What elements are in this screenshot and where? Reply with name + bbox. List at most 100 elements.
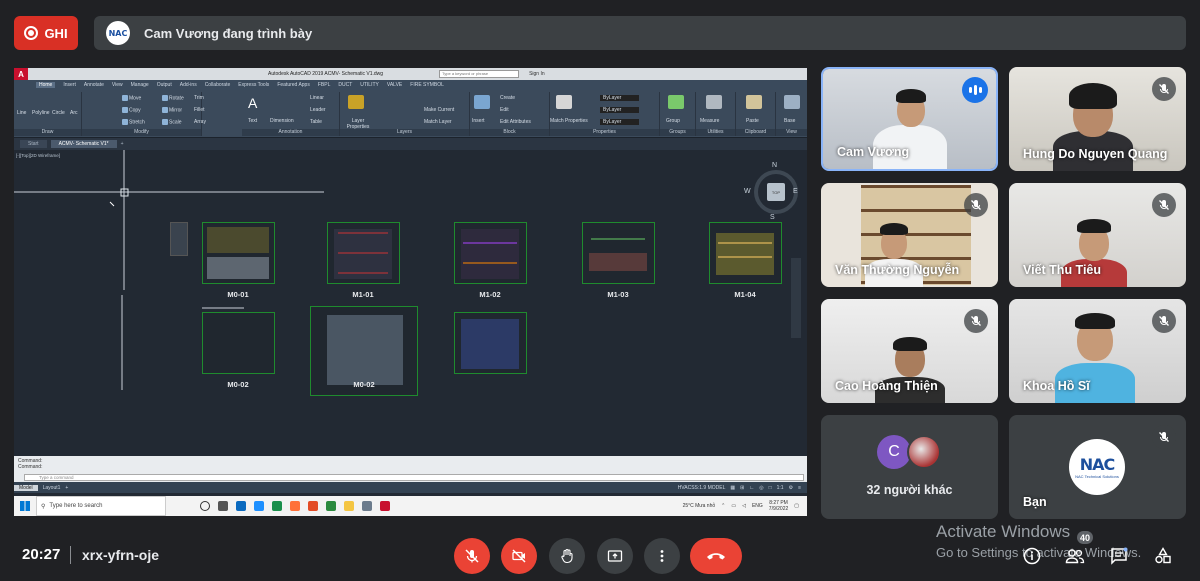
tab-model[interactable]: Model — [14, 484, 38, 491]
notification-icon[interactable]: ▢ — [794, 503, 799, 509]
scale-tool[interactable]: Scale — [162, 119, 182, 125]
match-properties-button[interactable]: Match Properties — [550, 118, 588, 124]
copy-tool[interactable]: Copy — [122, 107, 141, 113]
ribbon-tab-home[interactable]: Home — [36, 82, 56, 88]
doc-tab-start[interactable]: Start — [20, 140, 47, 148]
snap-icon[interactable]: ⊞ — [740, 485, 744, 491]
add-layout-icon[interactable]: + — [65, 485, 68, 491]
edge-dev-icon[interactable] — [272, 501, 282, 511]
dimension-tool[interactable]: Dimension — [270, 118, 294, 124]
circle-tool[interactable]: Circle — [52, 110, 65, 116]
group-button[interactable]: Group — [666, 118, 680, 124]
ribbon-tab-duct[interactable]: DUCT — [338, 82, 352, 88]
widgets-icon[interactable] — [218, 501, 228, 511]
language-indicator[interactable]: ENG — [752, 503, 763, 509]
sheet-m0-02-empty[interactable] — [202, 312, 275, 374]
customize-icon[interactable]: ≡ — [798, 485, 801, 491]
ribbon-tab-valve[interactable]: VALVE — [387, 82, 402, 88]
ribbon-tab-insert[interactable]: Insert — [63, 82, 76, 88]
trim-tool[interactable]: Trim — [194, 95, 204, 101]
sheet-unlabeled[interactable] — [454, 312, 527, 374]
ribbon-tab-fbpl[interactable]: FBPL — [318, 82, 331, 88]
polar-icon[interactable]: ◎ — [759, 485, 763, 491]
chat-button[interactable] — [1108, 545, 1130, 567]
chrome-icon[interactable] — [326, 501, 336, 511]
tray-chevron-icon[interactable]: ⌃ — [721, 503, 725, 509]
ribbon-tab-collaborate[interactable]: Collaborate — [205, 82, 231, 88]
cad-signin[interactable]: Sign In — [529, 71, 545, 77]
participant-tile-van-thuong[interactable]: Văn Thường Nguyễn — [821, 183, 998, 287]
navigation-bar[interactable] — [791, 258, 801, 338]
participant-tile-viet-thu[interactable]: Viết Thu Tiêu — [1009, 183, 1186, 287]
meeting-info-button[interactable] — [1021, 545, 1043, 567]
present-screen-button[interactable] — [597, 538, 633, 574]
ribbon-tab-utility[interactable]: UTILITY — [360, 82, 379, 88]
ribbon-tab-annotate[interactable]: Annotate — [84, 82, 104, 88]
photos-icon[interactable] — [362, 501, 372, 511]
polyline-tool[interactable]: Polyline — [32, 110, 50, 116]
participant-tile-cam-vuong[interactable]: Cam Vương — [821, 67, 998, 171]
make-current-button[interactable]: Make Current — [424, 107, 454, 113]
office-icon[interactable] — [308, 501, 318, 511]
windows-start-button[interactable] — [14, 496, 36, 516]
settings-gear-icon[interactable]: ⚙ — [789, 485, 793, 491]
linetype-select[interactable]: ByLayer — [600, 107, 640, 113]
mail-icon[interactable] — [254, 501, 264, 511]
base-button[interactable]: Base — [784, 118, 795, 124]
sheet-m1-01[interactable] — [327, 222, 400, 284]
sheet-m1-04[interactable] — [709, 222, 782, 284]
cad-search-input[interactable]: Type a keyword or phrase — [439, 70, 520, 78]
taskbar-clock[interactable]: 8:27 PM 7/9/2022 — [769, 500, 788, 512]
ribbon-tab-manage[interactable]: Manage — [131, 82, 149, 88]
color-select[interactable]: ByLayer — [600, 95, 640, 101]
doc-tab-drawing[interactable]: ACMV- Schematic V1* — [50, 140, 117, 148]
rotate-tool[interactable]: Rotate — [162, 95, 184, 101]
annotation-scale[interactable]: 1:1 — [777, 485, 784, 491]
volume-icon[interactable]: ◁ — [742, 503, 746, 509]
leave-call-button[interactable] — [690, 538, 742, 574]
status-text[interactable]: HVACSS:1.9 MODEL — [678, 485, 726, 491]
participant-tile-khoa[interactable]: Khoa Hồ Sĩ — [1009, 299, 1186, 403]
lineweight-select[interactable]: ByLayer — [600, 119, 640, 125]
ortho-icon[interactable]: ∟ — [749, 485, 754, 491]
ribbon-tab-add-ins[interactable]: Add-ins — [180, 82, 197, 88]
stretch-tool[interactable]: Stretch — [122, 119, 145, 125]
weather-text[interactable]: 25°C Mưa nhỏ — [683, 503, 716, 509]
move-tool[interactable]: Move — [122, 95, 141, 101]
edge-icon[interactable] — [236, 501, 246, 511]
raise-hand-button[interactable] — [549, 538, 585, 574]
leader-tool[interactable]: Leader — [310, 107, 326, 113]
command-input[interactable]: Type a command — [24, 474, 804, 481]
paste-button[interactable]: Paste — [746, 118, 759, 124]
text-tool[interactable]: Text — [248, 118, 257, 124]
create-block-button[interactable]: Create — [500, 95, 515, 101]
file-explorer-icon[interactable] — [344, 501, 354, 511]
table-tool[interactable]: Table — [310, 119, 322, 125]
network-icon[interactable]: ▭ — [731, 503, 736, 509]
others-tile[interactable]: C 32 người khác — [821, 415, 998, 519]
ribbon-tab-express-tools[interactable]: Express Tools — [238, 82, 269, 88]
arc-tool[interactable]: Arc — [70, 110, 78, 116]
osnap-icon[interactable]: □ — [769, 485, 772, 491]
array-tool[interactable]: Array — [194, 119, 206, 125]
fillet-tool[interactable]: Fillet — [194, 107, 205, 113]
autocad-taskbar-icon[interactable] — [380, 501, 390, 511]
new-tab-icon[interactable]: + — [121, 141, 124, 147]
edit-attributes-button[interactable]: Edit Attributes — [500, 119, 531, 125]
grid-icon[interactable]: ▦ — [730, 485, 735, 491]
record-button[interactable]: GHI — [14, 16, 78, 50]
tab-layout1[interactable]: Layout1 — [38, 485, 66, 491]
insert-button[interactable]: Insert — [472, 118, 485, 124]
mirror-tool[interactable]: Mirror — [162, 107, 182, 113]
activities-button[interactable] — [1152, 545, 1174, 567]
participant-tile-cao-hoang[interactable]: Cao Hoàng Thiện — [821, 299, 998, 403]
task-view-icon[interactable] — [200, 501, 210, 511]
line-tool[interactable]: Line — [17, 110, 26, 116]
viewcube-top-face[interactable]: TOP — [767, 183, 785, 201]
meeting-code[interactable]: xrx-yfrn-oje — [82, 547, 159, 563]
mic-toggle-button[interactable] — [454, 538, 490, 574]
edit-block-button[interactable]: Edit — [500, 107, 509, 113]
sheet-m1-02[interactable] — [454, 222, 527, 284]
people-button[interactable] — [1064, 545, 1086, 567]
ribbon-tab-featured-apps[interactable]: Featured Apps — [277, 82, 310, 88]
